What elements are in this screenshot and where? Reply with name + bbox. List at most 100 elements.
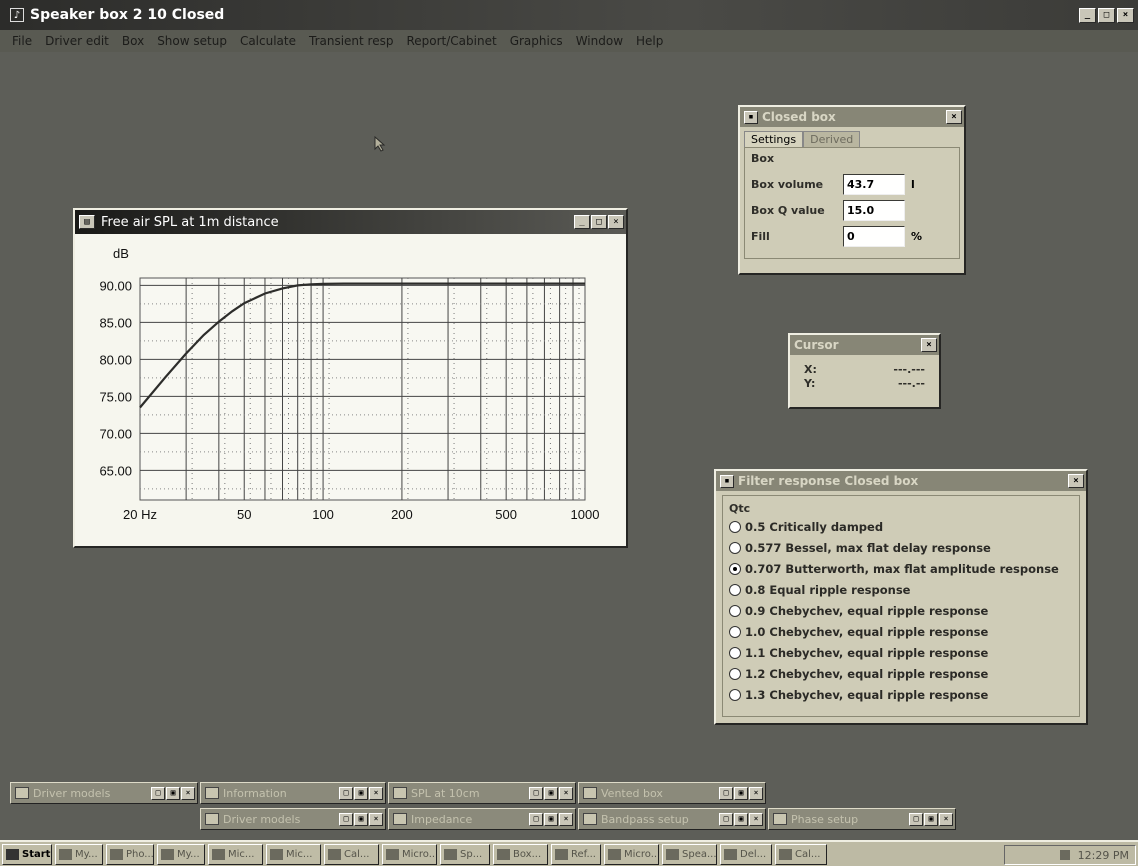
maximize-icon[interactable]: ▣ [924, 812, 938, 826]
taskbar-button[interactable]: Micro... [604, 843, 659, 865]
menu-window[interactable]: Window [576, 34, 623, 48]
minimized-window[interactable]: SPL at 10cm □ ▣ × [388, 782, 576, 804]
maximize-icon[interactable]: □ [591, 215, 607, 229]
spl-window-titlebar[interactable]: ▤ Free air SPL at 1m distance _ □ × [75, 210, 626, 234]
taskbar-button[interactable]: Spea... [662, 843, 717, 865]
maximize-icon[interactable]: ▣ [734, 812, 748, 826]
restore-icon[interactable]: □ [151, 786, 165, 800]
restore-icon[interactable]: □ [339, 786, 353, 800]
taskbar-button[interactable]: Cal... [775, 843, 827, 865]
minimized-window[interactable]: Driver models □ ▣ × [10, 782, 198, 804]
qtc-option[interactable]: 0.5 Critically damped [729, 516, 1073, 537]
maximize-icon[interactable]: ▣ [354, 812, 368, 826]
minimized-title: Bandpass setup [601, 812, 689, 826]
minimized-window[interactable]: Information □ ▣ × [200, 782, 386, 804]
menu-box[interactable]: Box [122, 34, 144, 48]
qtc-option[interactable]: 1.2 Chebychev, equal ripple response [729, 663, 1073, 684]
qtc-option[interactable]: 1.3 Chebychev, equal ripple response [729, 684, 1073, 705]
radio-unchecked-icon[interactable] [729, 604, 741, 617]
tab-settings[interactable]: Settings [744, 131, 804, 147]
close-icon[interactable]: × [939, 812, 953, 826]
radio-unchecked-icon[interactable] [729, 541, 741, 554]
taskbar-button[interactable]: Sp... [440, 843, 490, 865]
minimize-icon[interactable]: _ [1079, 8, 1096, 23]
taskbar-button[interactable]: Del... [720, 843, 772, 865]
qtc-option[interactable]: 1.0 Chebychev, equal ripple response [729, 621, 1073, 642]
menu-file[interactable]: File [12, 34, 32, 48]
restore-icon[interactable]: □ [909, 812, 923, 826]
qtc-option[interactable]: 1.1 Chebychev, equal ripple response [729, 642, 1073, 663]
menu-report-cabinet[interactable]: Report/Cabinet [406, 34, 496, 48]
restore-icon[interactable]: □ [529, 812, 543, 826]
maximize-icon[interactable]: ▣ [354, 786, 368, 800]
taskbar-button[interactable]: Mic... [208, 843, 263, 865]
box-q-input[interactable]: 15.0 [843, 199, 905, 221]
close-icon[interactable]: × [369, 812, 383, 826]
close-icon[interactable]: × [559, 786, 573, 800]
minimized-window[interactable]: Phase setup □ ▣ × [768, 808, 956, 830]
menu-calculate[interactable]: Calculate [240, 34, 296, 48]
taskbar-button[interactable]: My... [55, 843, 103, 865]
maximize-icon[interactable]: ▣ [544, 812, 558, 826]
qtc-option[interactable]: 0.9 Chebychev, equal ripple response [729, 600, 1073, 621]
maximize-icon[interactable]: ▣ [544, 786, 558, 800]
restore-icon[interactable]: □ [719, 812, 733, 826]
taskbar-button[interactable]: Mic... [266, 843, 321, 865]
taskbar-button[interactable]: My... [157, 843, 205, 865]
close-icon[interactable]: × [181, 786, 195, 800]
minimize-icon[interactable]: _ [574, 215, 590, 229]
radio-unchecked-icon[interactable] [729, 625, 741, 638]
window-icon [583, 787, 597, 799]
qtc-option[interactable]: 0.707 Butterworth, max flat amplitude re… [729, 558, 1073, 579]
maximize-icon[interactable]: ▣ [166, 786, 180, 800]
menu-help[interactable]: Help [636, 34, 663, 48]
restore-icon[interactable]: □ [529, 786, 543, 800]
taskbar-button[interactable]: Pho... [106, 843, 154, 865]
system-tray: 12:29 PM [1004, 845, 1136, 865]
restore-icon[interactable]: □ [339, 812, 353, 826]
minimized-window[interactable]: Driver models □ ▣ × [200, 808, 386, 830]
chart-window-icon[interactable]: ▤ [79, 215, 95, 229]
close-icon[interactable]: × [749, 812, 763, 826]
tab-derived[interactable]: Derived [803, 131, 861, 147]
fill-input[interactable]: 0 [843, 225, 905, 247]
minimized-window[interactable]: Impedance □ ▣ × [388, 808, 576, 830]
close-icon[interactable]: × [921, 338, 937, 352]
start-button[interactable]: Start [2, 843, 52, 865]
radio-unchecked-icon[interactable] [729, 583, 741, 596]
taskbar-button[interactable]: Micro... [382, 843, 437, 865]
menu-show-setup[interactable]: Show setup [157, 34, 227, 48]
close-icon[interactable]: × [1117, 8, 1134, 23]
menu-transient-resp[interactable]: Transient resp [309, 34, 393, 48]
taskbar-button[interactable]: Box... [493, 843, 548, 865]
cursor-titlebar[interactable]: Cursor × [790, 335, 939, 355]
closed-box-titlebar[interactable]: ▪ Closed box × [740, 107, 964, 127]
radio-unchecked-icon[interactable] [729, 520, 741, 533]
close-icon[interactable]: × [608, 215, 624, 229]
maximize-icon[interactable]: □ [1098, 8, 1115, 23]
taskbar-button[interactable]: Ref... [551, 843, 601, 865]
maximize-icon[interactable]: ▣ [734, 786, 748, 800]
qtc-option[interactable]: 0.577 Bessel, max flat delay response [729, 537, 1073, 558]
menu-graphics[interactable]: Graphics [510, 34, 563, 48]
radio-unchecked-icon[interactable] [729, 688, 741, 701]
close-icon[interactable]: × [559, 812, 573, 826]
taskbar-button[interactable]: Cal... [324, 843, 379, 865]
speaker-volume-icon[interactable] [1059, 850, 1070, 860]
close-icon[interactable]: × [946, 110, 962, 124]
close-icon[interactable]: × [369, 786, 383, 800]
restore-icon[interactable]: □ [719, 786, 733, 800]
minimized-window[interactable]: Bandpass setup □ ▣ × [578, 808, 766, 830]
menu-driver-edit[interactable]: Driver edit [45, 34, 109, 48]
close-icon[interactable]: × [1068, 474, 1084, 488]
filter-titlebar[interactable]: ▪ Filter response Closed box × [716, 471, 1086, 491]
close-icon[interactable]: × [749, 786, 763, 800]
radio-unchecked-icon[interactable] [729, 646, 741, 659]
box-volume-input[interactable]: 43.7 [843, 173, 905, 195]
radio-unchecked-icon[interactable] [729, 667, 741, 680]
speaker-app-icon[interactable]: ♪ [10, 8, 24, 22]
qtc-option[interactable]: 0.8 Equal ripple response [729, 579, 1073, 600]
minimized-window[interactable]: Vented box □ ▣ × [578, 782, 766, 804]
radio-checked-icon[interactable] [729, 562, 741, 575]
taskbar-label: Cal... [344, 848, 370, 860]
